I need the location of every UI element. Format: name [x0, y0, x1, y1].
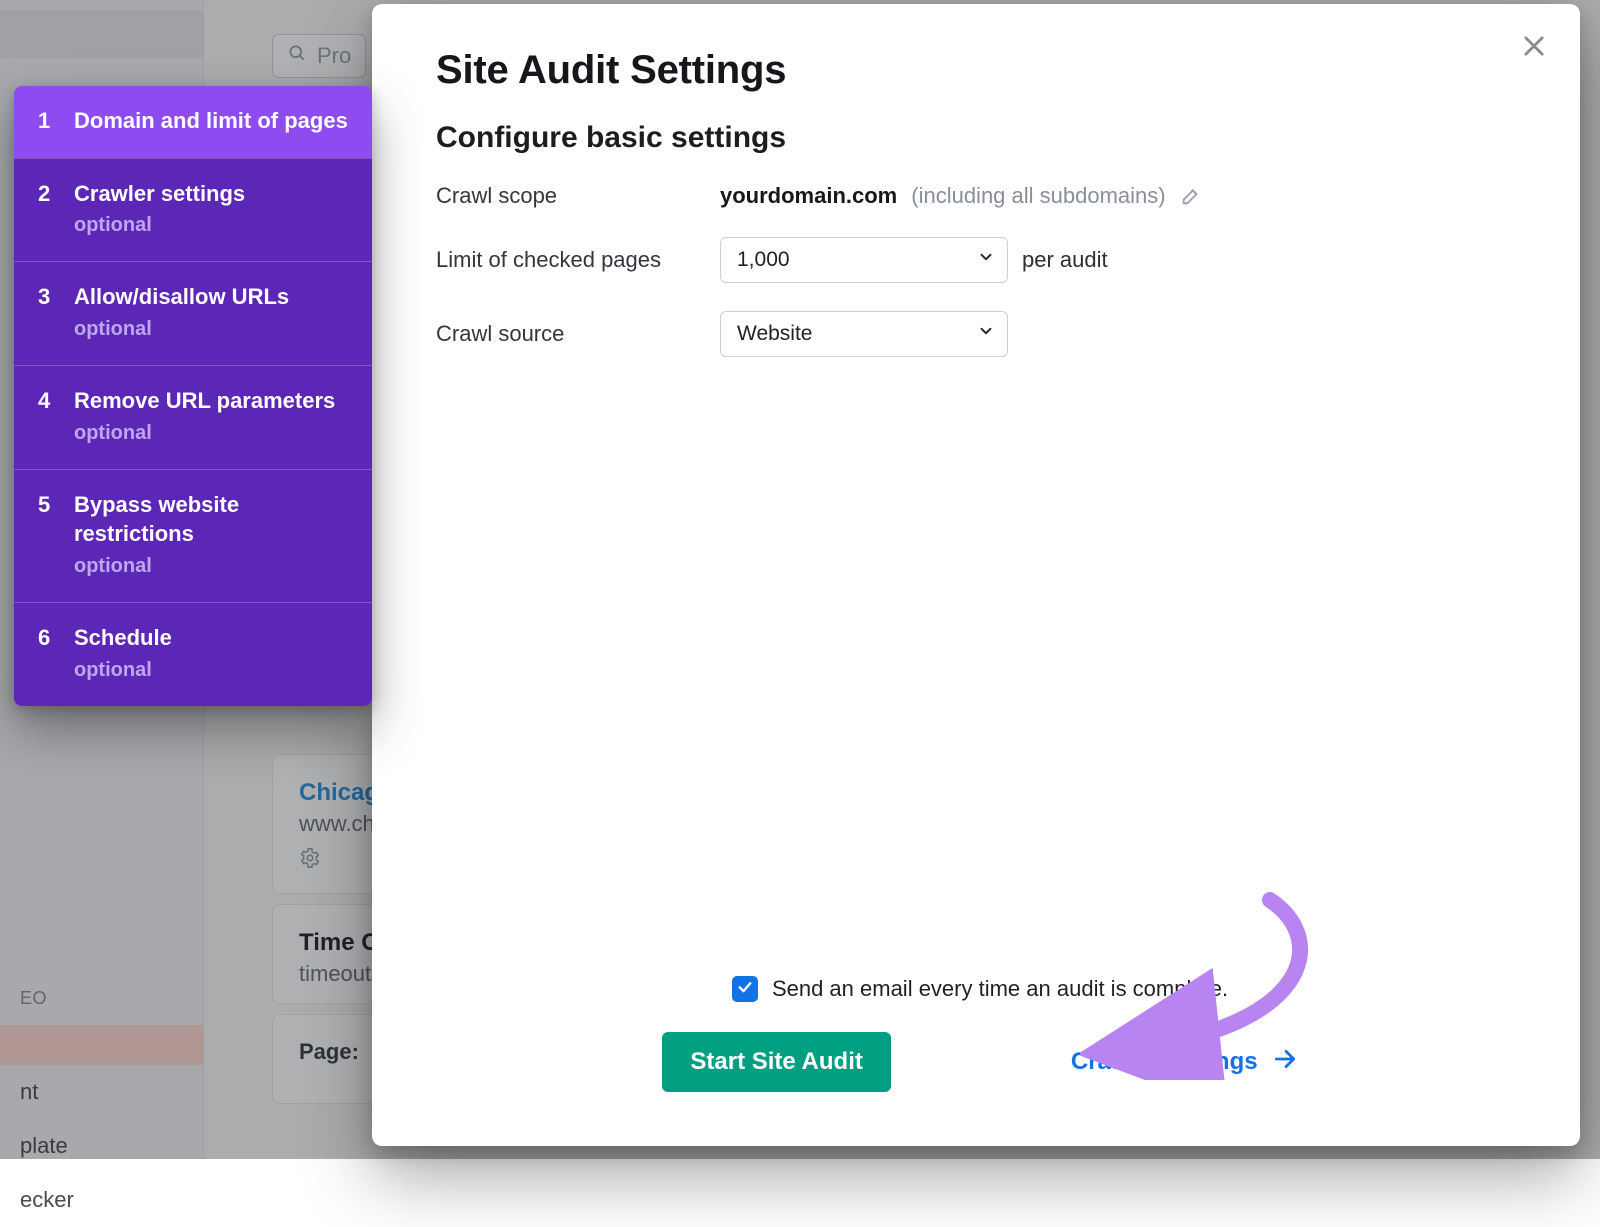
step-number: 5 [38, 490, 54, 520]
close-icon [1520, 32, 1548, 65]
crawl-scope-hint: (including all subdomains) [911, 183, 1165, 209]
crawler-settings-link[interactable]: Crawler settings [1071, 1046, 1298, 1079]
step-number: 4 [38, 386, 54, 416]
email-checkbox-row: Send an email every time an audit is com… [732, 976, 1228, 1002]
check-icon [736, 976, 754, 1002]
step-title: Domain and limit of pages [74, 108, 348, 133]
email-checkbox[interactable] [732, 976, 758, 1002]
source-select[interactable]: Website [720, 311, 1008, 357]
step-number: 6 [38, 623, 54, 653]
step-number: 2 [38, 179, 54, 209]
close-button[interactable] [1512, 26, 1556, 70]
step-number: 1 [38, 106, 54, 136]
chevron-down-icon [977, 322, 995, 346]
modal-actions: Start Site Audit Crawler settings [662, 1032, 1297, 1092]
wizard-step-schedule[interactable]: 6 Schedule optional [14, 602, 372, 706]
source-value: Website [737, 322, 812, 346]
limit-label: Limit of checked pages [436, 247, 720, 273]
modal-subtitle: Configure basic settings [436, 121, 1524, 155]
source-label: Crawl source [436, 321, 720, 347]
limit-unit: per audit [1022, 247, 1108, 273]
modal-title: Site Audit Settings [436, 48, 1524, 93]
step-title: Remove URL parameters [74, 388, 335, 413]
step-number: 3 [38, 282, 54, 312]
crawl-scope-label: Crawl scope [436, 183, 720, 209]
step-optional: optional [74, 316, 289, 343]
modal-footer: Send an email every time an audit is com… [436, 976, 1524, 1092]
wizard-step-bypass[interactable]: 5 Bypass website restrictions optional [14, 469, 372, 602]
row-source: Crawl source Website [436, 311, 1524, 357]
wizard-step-domain[interactable]: 1 Domain and limit of pages [14, 86, 372, 158]
crawl-scope-domain: yourdomain.com [720, 183, 897, 209]
limit-value: 1,000 [737, 248, 790, 272]
email-checkbox-label: Send an email every time an audit is com… [772, 976, 1228, 1002]
bg-sidebar-item: ecker [0, 1173, 203, 1227]
step-optional: optional [74, 212, 245, 239]
step-title: Schedule [74, 625, 172, 650]
wizard-steps: 1 Domain and limit of pages 2 Crawler se… [14, 86, 372, 706]
step-optional: optional [74, 420, 335, 447]
pencil-icon[interactable] [1180, 185, 1202, 207]
step-optional: optional [74, 657, 172, 684]
limit-select[interactable]: 1,000 [720, 237, 1008, 283]
crawler-settings-label: Crawler settings [1071, 1048, 1258, 1076]
step-title: Allow/disallow URLs [74, 284, 289, 309]
wizard-step-params[interactable]: 4 Remove URL parameters optional [14, 365, 372, 469]
row-crawl-scope: Crawl scope yourdomain.com (including al… [436, 183, 1524, 209]
site-audit-modal: Site Audit Settings Configure basic sett… [372, 4, 1580, 1146]
chevron-down-icon [977, 248, 995, 272]
arrow-right-icon [1272, 1046, 1298, 1079]
start-audit-button[interactable]: Start Site Audit [662, 1032, 890, 1092]
row-limit: Limit of checked pages 1,000 per audit [436, 237, 1524, 283]
step-title: Bypass website restrictions [74, 492, 239, 547]
wizard-step-crawler[interactable]: 2 Crawler settings optional [14, 158, 372, 262]
step-optional: optional [74, 553, 348, 580]
step-title: Crawler settings [74, 181, 245, 206]
settings-form: Crawl scope yourdomain.com (including al… [436, 183, 1524, 357]
wizard-step-urls[interactable]: 3 Allow/disallow URLs optional [14, 261, 372, 365]
